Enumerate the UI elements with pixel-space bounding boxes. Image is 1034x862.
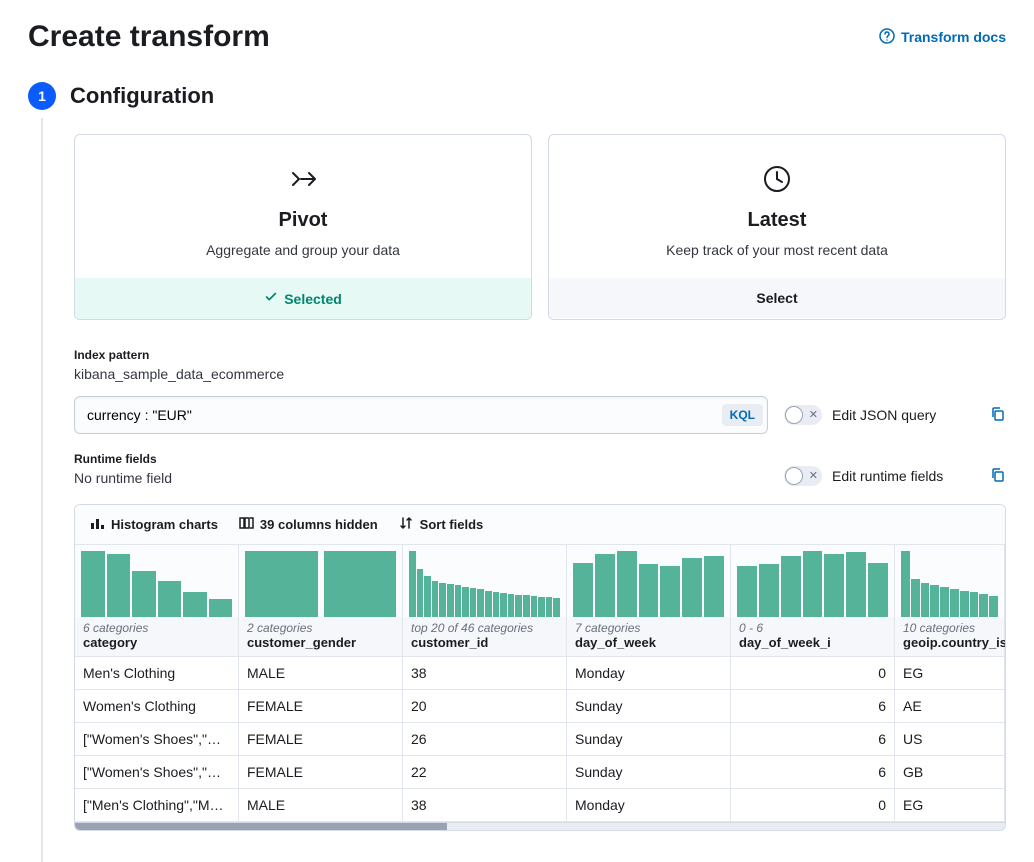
table-cell: AE: [895, 690, 1005, 722]
table-cell: 0: [731, 789, 895, 821]
pivot-card[interactable]: Pivot Aggregate and group your data Sele…: [74, 134, 532, 320]
step-title: Configuration: [70, 83, 214, 109]
table-cell: EG: [895, 789, 1005, 821]
close-icon: ✕: [809, 410, 818, 421]
table-cell: Monday: [567, 789, 731, 821]
query-input[interactable]: [75, 397, 718, 433]
column-header-geoip.country_iso_[interactable]: 10 categoriesgeoip.country_iso_: [895, 617, 1005, 656]
column-header-category[interactable]: 6 categoriescategory: [75, 617, 239, 656]
table-row[interactable]: Women's ClothingFEMALE20Sunday6AE: [75, 690, 1005, 723]
table-cell: 20: [403, 690, 567, 722]
sort-icon: [398, 515, 414, 534]
table-cell: ["Women's Shoes","Wom...: [75, 756, 239, 788]
runtime-fields-value: No runtime field: [74, 470, 768, 486]
latest-card[interactable]: Latest Keep track of your most recent da…: [548, 134, 1006, 320]
table-cell: 38: [403, 657, 567, 689]
step-connector-line: [41, 118, 43, 862]
table-row[interactable]: ["Men's Clothing","Men's ...MALE38Monday…: [75, 789, 1005, 822]
sort-fields-button[interactable]: Sort fields: [398, 515, 484, 534]
copy-icon[interactable]: [990, 406, 1006, 425]
horizontal-scrollbar[interactable]: [75, 822, 1005, 830]
page-title: Create transform: [28, 20, 270, 54]
table-row[interactable]: Men's ClothingMALE38Monday0EG: [75, 657, 1005, 690]
histogram-day_of_week_i: [731, 545, 895, 617]
table-cell: 6: [731, 690, 895, 722]
column-header-customer_gender[interactable]: 2 categoriescustomer_gender: [239, 617, 403, 656]
table-cell: ["Women's Shoes","Wom...: [75, 723, 239, 755]
transform-docs-link[interactable]: Transform docs: [879, 28, 1006, 47]
docs-link-label: Transform docs: [901, 29, 1006, 45]
kql-badge[interactable]: KQL: [722, 404, 763, 426]
column-header-day_of_week_i[interactable]: 0 - 6day_of_week_i: [731, 617, 895, 656]
column-header-customer_id[interactable]: top 20 of 46 categoriescustomer_id: [403, 617, 567, 656]
table-row[interactable]: ["Women's Shoes","Wom...FEMALE22Sunday6G…: [75, 756, 1005, 789]
histogram-geoip.country_iso_: [895, 545, 1005, 617]
clock-icon: [569, 163, 985, 195]
latest-card-desc: Keep track of your most recent data: [569, 242, 985, 258]
table-cell: ["Men's Clothing","Men's ...: [75, 789, 239, 821]
runtime-fields-label: Runtime fields: [74, 452, 768, 466]
table-cell: 6: [731, 723, 895, 755]
index-pattern-label: Index pattern: [74, 348, 1006, 362]
columns-icon: [238, 515, 254, 534]
close-icon: ✕: [809, 471, 818, 482]
bar-chart-icon: [89, 515, 105, 534]
table-cell: Sunday: [567, 756, 731, 788]
histogram-customer_id: [403, 545, 567, 617]
table-cell: Men's Clothing: [75, 657, 239, 689]
table-cell: 0: [731, 657, 895, 689]
pivot-card-title: Pivot: [95, 209, 511, 232]
table-cell: Monday: [567, 657, 731, 689]
table-row[interactable]: ["Women's Shoes","Wom...FEMALE26Sunday6U…: [75, 723, 1005, 756]
pivot-icon: [95, 163, 511, 195]
table-cell: 6: [731, 756, 895, 788]
pivot-card-footer: Selected: [75, 278, 531, 319]
help-icon: [879, 28, 895, 47]
step-number-badge: 1: [28, 82, 56, 110]
table-cell: Women's Clothing: [75, 690, 239, 722]
query-input-wrap: KQL: [74, 396, 768, 434]
table-cell: 38: [403, 789, 567, 821]
table-cell: US: [895, 723, 1005, 755]
preview-table: Histogram charts 39 columns hidden Sort …: [74, 504, 1006, 831]
table-cell: MALE: [239, 789, 403, 821]
edit-json-label: Edit JSON query: [832, 407, 936, 423]
table-cell: FEMALE: [239, 756, 403, 788]
table-cell: 22: [403, 756, 567, 788]
table-cell: EG: [895, 657, 1005, 689]
histogram-customer_gender: [239, 545, 403, 617]
histogram-day_of_week: [567, 545, 731, 617]
copy-icon[interactable]: [990, 467, 1006, 486]
latest-card-footer: Select: [549, 278, 1005, 318]
index-pattern-value: kibana_sample_data_ecommerce: [74, 366, 1006, 382]
check-icon: [264, 290, 278, 307]
columns-hidden-button[interactable]: 39 columns hidden: [238, 515, 378, 534]
table-cell: GB: [895, 756, 1005, 788]
table-cell: FEMALE: [239, 723, 403, 755]
column-header-day_of_week[interactable]: 7 categoriesday_of_week: [567, 617, 731, 656]
table-cell: FEMALE: [239, 690, 403, 722]
histogram-category: [75, 545, 239, 617]
edit-runtime-toggle[interactable]: ✕: [784, 466, 822, 486]
edit-runtime-label: Edit runtime fields: [832, 468, 943, 484]
table-cell: Sunday: [567, 690, 731, 722]
table-cell: MALE: [239, 657, 403, 689]
table-cell: Sunday: [567, 723, 731, 755]
latest-card-title: Latest: [569, 209, 985, 232]
histogram-charts-button[interactable]: Histogram charts: [89, 515, 218, 534]
pivot-card-desc: Aggregate and group your data: [95, 242, 511, 258]
edit-json-toggle[interactable]: ✕: [784, 405, 822, 425]
table-cell: 26: [403, 723, 567, 755]
